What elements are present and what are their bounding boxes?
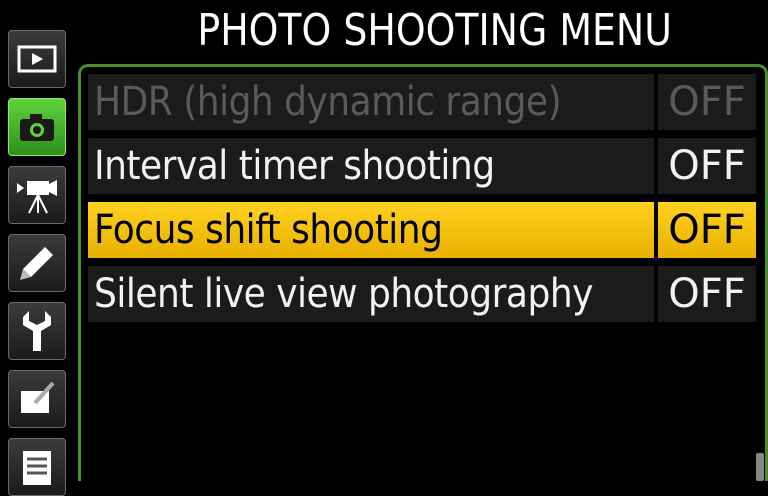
menu-item-hdr[interactable]: HDR (high dynamic range) OFF [88, 74, 756, 130]
camera-icon [20, 114, 54, 141]
custom-settings-tab[interactable] [8, 234, 66, 292]
menu-item-label: HDR (high dynamic range) [88, 74, 654, 130]
menu-item-value: OFF [658, 202, 756, 258]
menu-sidebar [0, 24, 72, 496]
menu-item-label: Focus shift shooting [88, 202, 654, 258]
photo-shooting-tab[interactable] [8, 98, 66, 156]
menu-item-silent-live-view[interactable]: Silent live view photography OFF [88, 266, 756, 322]
page-title: PHOTO SHOOTING MENU [197, 5, 672, 56]
movie-camera-icon [17, 180, 57, 214]
wrench-icon [23, 311, 51, 351]
scroll-indicator[interactable] [756, 453, 764, 481]
pencil-icon [20, 247, 53, 280]
my-menu-icon [23, 451, 51, 485]
movie-shooting-tab[interactable] [8, 166, 66, 224]
setup-tab[interactable] [8, 302, 66, 360]
retouch-icon [21, 381, 55, 413]
menu-item-label: Silent live view photography [88, 266, 654, 322]
menu-item-value: OFF [658, 74, 756, 130]
playback-icon [17, 45, 57, 73]
menu-item-value: OFF [658, 266, 756, 322]
menu-item-focus-shift[interactable]: Focus shift shooting OFF [88, 202, 756, 258]
retouch-tab[interactable] [8, 370, 66, 428]
menu-item-value: OFF [658, 138, 756, 194]
my-menu-tab[interactable] [8, 438, 66, 496]
menu-item-interval-timer[interactable]: Interval timer shooting OFF [88, 138, 756, 194]
playback-tab[interactable] [8, 30, 66, 88]
menu-item-label: Interval timer shooting [88, 138, 654, 194]
